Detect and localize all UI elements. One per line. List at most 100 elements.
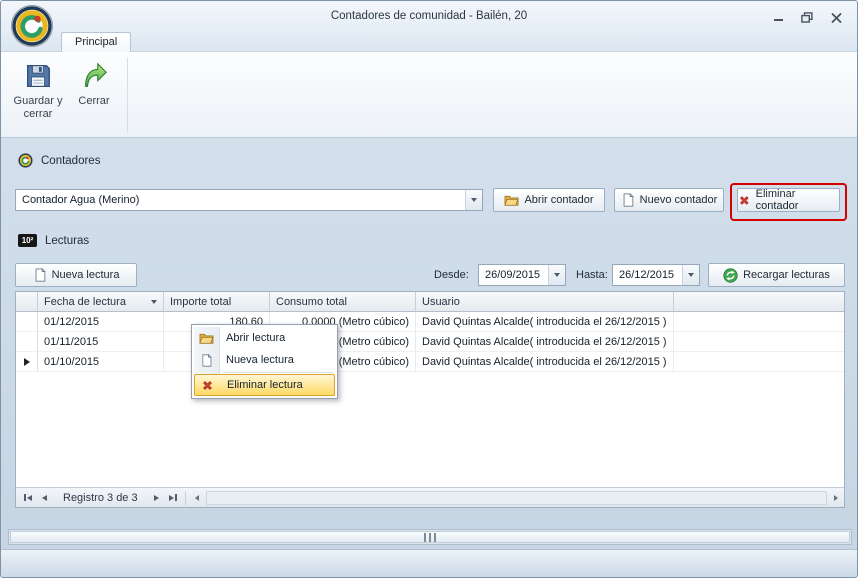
app-window: Contadores de comunidad - Bailén, 20 [0, 0, 858, 578]
desde-label: Desde: [434, 269, 469, 281]
contador-combobox-dropdown-button[interactable] [465, 190, 482, 210]
new-document-icon [33, 268, 47, 282]
scroll-right-icon [834, 495, 838, 501]
tab-principal[interactable]: Principal [61, 32, 131, 52]
current-row-icon [24, 358, 30, 366]
delete-x-icon [195, 379, 220, 392]
row-indicator [16, 312, 38, 332]
column-filter-icon[interactable] [151, 300, 157, 304]
nav-last-icon [169, 495, 174, 501]
form-horizontal-scrollbar[interactable] [8, 529, 852, 545]
contador-combobox[interactable]: Contador Agua (Merino) [15, 189, 483, 211]
cell-usuario[interactable]: David Quintas Alcalde( introducida el 26… [416, 332, 674, 352]
cell-fecha[interactable]: 01/10/2015 [38, 352, 164, 372]
cell-fecha[interactable]: 01/12/2015 [38, 312, 164, 332]
minimize-button[interactable] [769, 8, 787, 24]
contadores-caption: Contadores [18, 153, 100, 168]
table-row[interactable]: 01/12/2015 180,60 0,0000 (Metro cúbico) … [16, 312, 844, 332]
table-row[interactable]: 01/10/2015 0,0000 (Metro cúbico) David Q… [16, 352, 844, 372]
contadores-caption-label: Contadores [41, 155, 100, 167]
hasta-date-value: 26/12/2015 [613, 265, 682, 285]
cell-filler [674, 352, 844, 372]
abrir-contador-button[interactable]: Abrir contador [493, 188, 605, 212]
scroll-right-button[interactable] [828, 488, 844, 507]
nav-first-button[interactable] [19, 490, 36, 506]
nav-first-icon [24, 494, 26, 501]
delete-x-icon [738, 194, 751, 207]
nueva-lectura-label: Nueva lectura [52, 269, 120, 281]
chevron-down-icon [688, 273, 694, 277]
counter-icon: 10² [18, 234, 37, 247]
navigator-separator [185, 491, 186, 505]
ribbon-separator [127, 58, 128, 132]
window-controls [769, 8, 845, 24]
app-menu-button[interactable] [10, 4, 54, 48]
menu-item-abrir-lectura[interactable]: Abrir lectura [194, 327, 335, 349]
minimize-icon [774, 19, 783, 21]
recargar-lecturas-label: Recargar lecturas [743, 269, 830, 281]
scroll-track[interactable] [206, 491, 827, 505]
abrir-contador-label: Abrir contador [524, 194, 593, 206]
contadores-icon [18, 153, 33, 168]
desde-dropdown-button[interactable] [548, 265, 565, 285]
status-bar [1, 549, 857, 577]
close-button[interactable] [827, 8, 845, 24]
table-row[interactable]: 01/11/2015 0,0000 (Metro cúbico) David Q… [16, 332, 844, 352]
chevron-down-icon [471, 198, 477, 202]
lecturas-caption: 10² Lecturas [18, 234, 89, 247]
row-indicator [16, 352, 38, 372]
header-importe[interactable]: Importe total [164, 292, 270, 312]
table-header: Fecha de lectura Importe total Consumo t… [16, 292, 844, 312]
open-folder-icon [504, 193, 519, 208]
menu-item-eliminar-lectura[interactable]: Eliminar lectura [194, 374, 335, 396]
recargar-lecturas-button[interactable]: Recargar lecturas [708, 263, 845, 287]
grid-horizontal-scrollbar[interactable] [189, 488, 844, 507]
scrollbar-thumb[interactable] [10, 531, 850, 543]
record-navigator: Registro 3 de 3 [16, 487, 844, 507]
scroll-left-button[interactable] [189, 488, 205, 507]
nuevo-contador-button[interactable]: Nuevo contador [614, 188, 724, 212]
nav-prev-button[interactable] [36, 490, 53, 506]
hasta-date-picker[interactable]: 26/12/2015 [612, 264, 700, 286]
row-indicator [16, 332, 38, 352]
eliminar-contador-button[interactable]: Eliminar contador [737, 188, 840, 212]
save-close-button[interactable]: Guardar y cerrar [9, 55, 67, 135]
cell-usuario[interactable]: David Quintas Alcalde( introducida el 26… [416, 352, 674, 372]
chevron-down-icon [554, 273, 560, 277]
scroll-left-icon [195, 495, 199, 501]
cell-filler [674, 312, 844, 332]
window-title: Contadores de comunidad - Bailén, 20 [1, 1, 857, 31]
header-consumo[interactable]: Consumo total [270, 292, 416, 312]
restore-button[interactable] [798, 8, 816, 24]
close-icon [831, 12, 842, 24]
record-count-label: Registro 3 de 3 [63, 492, 138, 504]
save-close-label: Guardar y cerrar [9, 95, 67, 121]
nav-next-button[interactable] [148, 490, 165, 506]
nav-prev-icon [42, 495, 47, 501]
save-icon [23, 61, 53, 91]
refresh-icon [723, 268, 738, 283]
lecturas-caption-label: Lecturas [45, 235, 89, 247]
menu-item-nueva-lectura[interactable]: Nueva lectura [194, 349, 335, 371]
nav-last-icon [175, 494, 177, 501]
new-document-icon [194, 354, 219, 367]
open-folder-icon [194, 331, 219, 346]
cell-fecha[interactable]: 01/11/2015 [38, 332, 164, 352]
nav-last-button[interactable] [165, 490, 182, 506]
header-fecha-label: Fecha de lectura [44, 296, 126, 308]
eliminar-contador-label: Eliminar contador [756, 188, 839, 212]
hasta-dropdown-button[interactable] [682, 265, 699, 285]
nueva-lectura-button[interactable]: Nueva lectura [15, 263, 137, 287]
close-form-button[interactable]: Cerrar [69, 55, 119, 135]
desde-date-value: 26/09/2015 [479, 265, 548, 285]
desde-date-picker[interactable]: 26/09/2015 [478, 264, 566, 286]
hasta-label: Hasta: [576, 269, 608, 281]
header-usuario[interactable]: Usuario [416, 292, 674, 312]
header-fecha[interactable]: Fecha de lectura [38, 292, 164, 312]
contador-combobox-value: Contador Agua (Merino) [16, 190, 465, 210]
header-indicator-cell [16, 292, 38, 312]
menu-separator [223, 372, 333, 373]
header-filler-cell [674, 292, 844, 312]
cell-usuario[interactable]: David Quintas Alcalde( introducida el 26… [416, 312, 674, 332]
nuevo-contador-label: Nuevo contador [640, 194, 718, 206]
